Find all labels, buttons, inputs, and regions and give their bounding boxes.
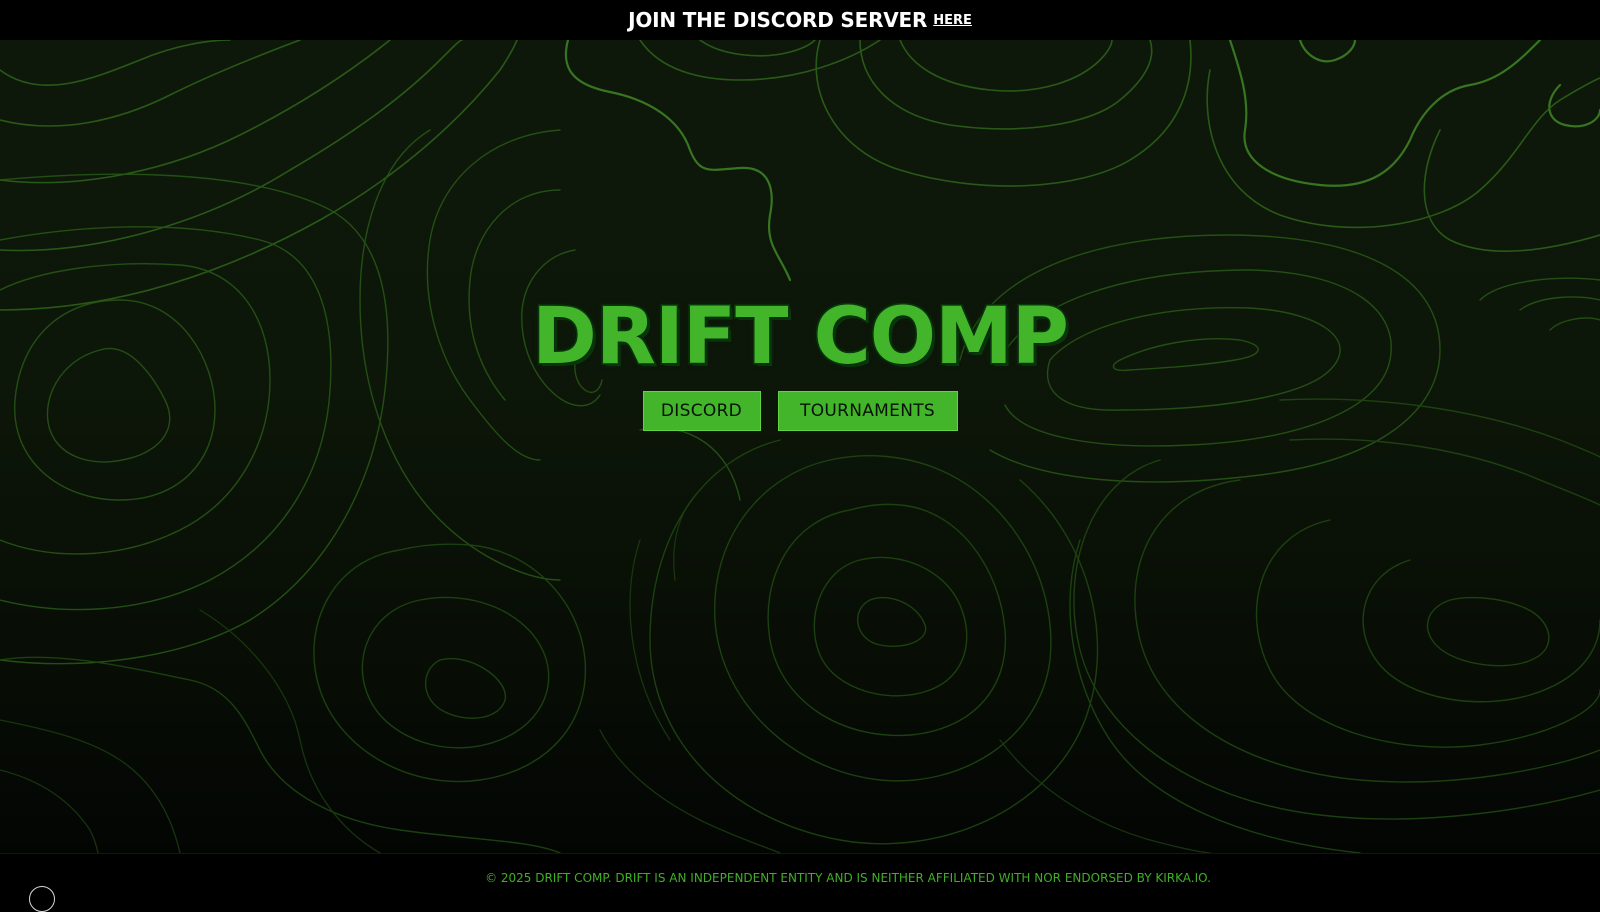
circle-icon[interactable] (29, 886, 55, 912)
banner-here-link[interactable]: HERE (933, 13, 972, 28)
site-title: DRIFT COMP (531, 291, 1071, 384)
footer: © 2025 DRIFT COMP. DRIFT IS AN INDEPENDE… (0, 853, 1600, 901)
topographic-background (0, 40, 1600, 853)
hero-buttons: DISCORD TOURNAMENTS (0, 391, 1600, 431)
tournaments-button[interactable]: TOURNAMENTS (777, 391, 958, 431)
footer-copyright: © 2025 DRIFT COMP. DRIFT IS AN INDEPENDE… (485, 870, 1211, 885)
discord-button[interactable]: DISCORD (642, 391, 761, 431)
banner-text: JOIN THE DISCORD SERVER (628, 8, 928, 32)
discord-banner: JOIN THE DISCORD SERVER HERE (0, 0, 1600, 40)
hero-section: DRIFT COMP DISCORD TOURNAMENTS (0, 40, 1600, 853)
